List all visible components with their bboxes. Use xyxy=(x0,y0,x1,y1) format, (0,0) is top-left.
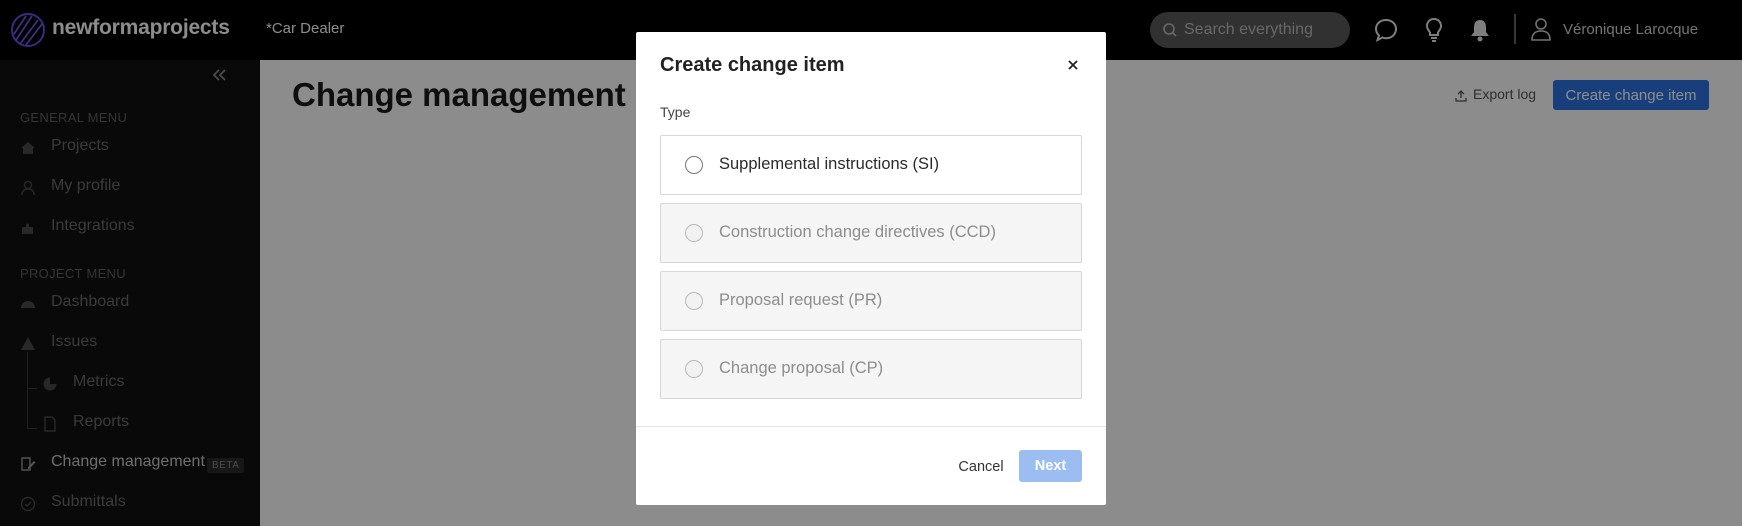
dialog-divider xyxy=(636,426,1106,427)
option-change-proposal: Change proposal (CP) xyxy=(660,339,1082,399)
next-button[interactable]: Next xyxy=(1019,450,1082,482)
type-label: Type xyxy=(660,104,691,120)
option-label: Construction change directives (CCD) xyxy=(719,223,996,241)
close-button[interactable] xyxy=(1060,52,1086,78)
radio-button[interactable] xyxy=(685,156,703,174)
option-construction-change-directives: Construction change directives (CCD) xyxy=(660,203,1082,263)
cancel-button[interactable]: Cancel xyxy=(952,452,1010,482)
create-change-item-dialog: Create change item Type Supplemental ins… xyxy=(636,32,1106,505)
radio-button xyxy=(685,360,703,378)
dialog-title: Create change item xyxy=(660,54,845,76)
radio-button xyxy=(685,224,703,242)
radio-button xyxy=(685,292,703,310)
option-supplemental-instructions[interactable]: Supplemental instructions (SI) xyxy=(660,135,1082,195)
option-label: Supplemental instructions (SI) xyxy=(719,155,940,173)
close-icon xyxy=(1068,60,1078,70)
option-proposal-request: Proposal request (PR) xyxy=(660,271,1082,331)
option-label: Change proposal (CP) xyxy=(719,359,884,377)
option-label: Proposal request (PR) xyxy=(719,291,883,309)
